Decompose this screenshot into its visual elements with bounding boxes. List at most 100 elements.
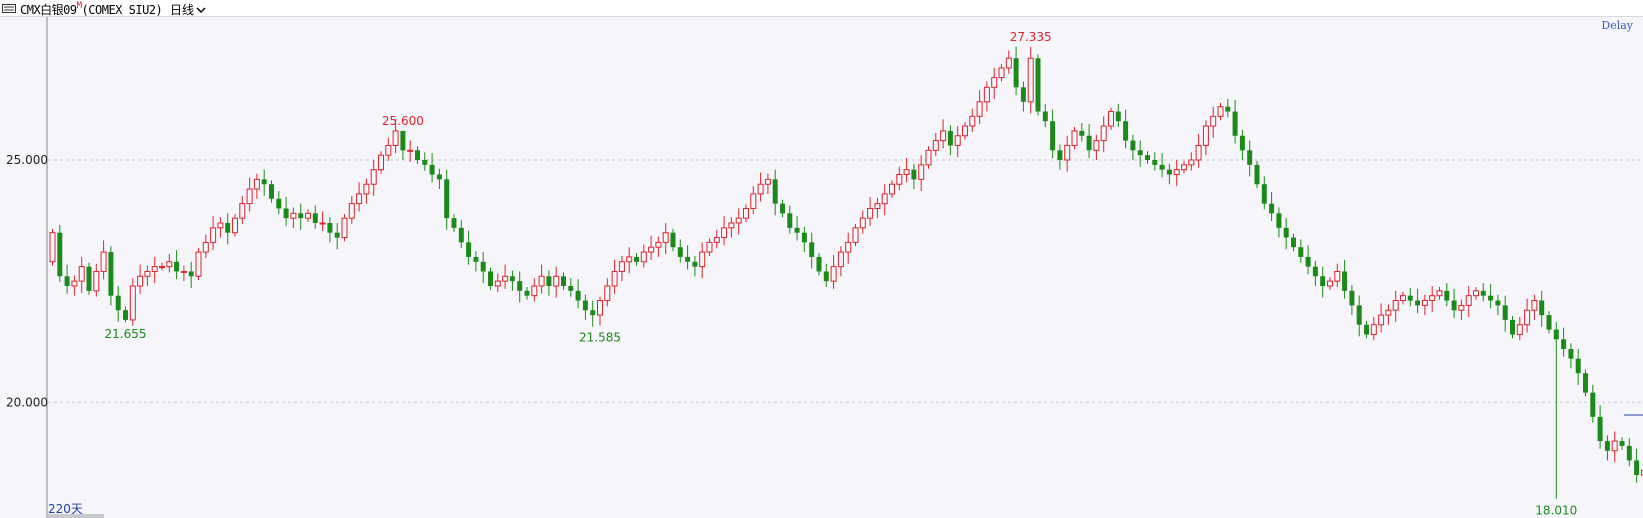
candle	[159, 262, 165, 271]
candle	[575, 279, 581, 309]
switch-icon[interactable]	[2, 4, 16, 13]
candle	[721, 216, 728, 246]
candle	[1181, 160, 1187, 174]
candle-body	[531, 285, 538, 297]
candle	[1392, 290, 1399, 322]
candle-body	[1611, 440, 1618, 452]
candle	[531, 278, 538, 302]
candle-body	[1276, 213, 1282, 228]
candle-body	[174, 261, 180, 272]
candle-body	[195, 251, 202, 277]
candle-body	[1137, 150, 1143, 156]
candle	[1546, 311, 1552, 334]
candle	[1611, 431, 1618, 463]
candle	[1415, 288, 1421, 314]
candle-body	[415, 150, 420, 160]
candle	[874, 197, 881, 219]
candle	[1561, 327, 1567, 357]
candle-body	[188, 271, 194, 277]
candle-body	[1312, 266, 1318, 277]
candle	[166, 254, 173, 273]
candle-body	[597, 300, 603, 316]
candle-body	[1188, 159, 1195, 166]
candle	[932, 132, 939, 157]
candle	[1115, 103, 1121, 128]
candle	[466, 230, 472, 265]
candle	[400, 130, 406, 160]
candle-body	[1436, 290, 1443, 297]
candle	[1626, 438, 1632, 467]
delay-label: Delay	[1601, 19, 1633, 32]
candle-body	[1239, 135, 1245, 151]
candle-body	[123, 310, 128, 320]
candle-body	[837, 251, 844, 268]
candle-body	[940, 130, 947, 142]
candle	[1202, 120, 1209, 156]
candle-body	[1247, 150, 1253, 165]
candle-body	[998, 67, 1005, 79]
candle	[1524, 298, 1531, 333]
candle-body	[348, 203, 355, 219]
candle-body	[662, 232, 669, 243]
candle-body	[692, 261, 698, 267]
candle-body	[1079, 130, 1085, 136]
candle	[553, 266, 560, 298]
candle	[735, 208, 742, 235]
candle	[969, 108, 976, 132]
candle	[246, 177, 253, 212]
candle-body	[699, 251, 706, 268]
candle-body	[670, 232, 676, 248]
candle	[341, 214, 348, 242]
candle-body	[1210, 115, 1217, 127]
candle	[1349, 285, 1355, 316]
candle-body	[881, 193, 888, 205]
candle-body	[816, 256, 822, 272]
candle-body	[969, 115, 976, 127]
candle-body	[896, 174, 903, 185]
candle	[1619, 437, 1625, 450]
candle	[538, 264, 545, 294]
candle	[634, 253, 639, 266]
candle	[859, 210, 866, 234]
period-selector[interactable]: 日线	[170, 1, 206, 18]
candle-body	[217, 222, 224, 229]
candle-body	[261, 179, 267, 185]
candle	[1312, 260, 1318, 286]
candle	[1370, 317, 1377, 341]
candle	[444, 169, 450, 230]
candle-body	[867, 207, 874, 219]
candle	[327, 217, 333, 243]
candle-body	[253, 178, 260, 190]
candle-body	[232, 217, 238, 234]
candle	[685, 245, 691, 270]
candle-body	[93, 270, 100, 292]
candle-body	[1349, 290, 1355, 306]
candle-body	[983, 86, 990, 103]
candle-body	[1539, 300, 1545, 316]
candle-body	[129, 285, 136, 321]
candle-body	[546, 276, 552, 286]
candle-body	[57, 232, 63, 277]
candle-body	[1415, 300, 1421, 306]
candle-body	[71, 280, 78, 287]
candle-body	[422, 160, 428, 165]
candle-body	[400, 130, 406, 151]
candle	[1027, 46, 1034, 114]
candle	[1210, 106, 1217, 138]
candle	[728, 217, 735, 238]
candle	[1232, 99, 1238, 144]
candle	[1137, 140, 1143, 167]
candle-body	[1444, 290, 1450, 301]
candle	[1451, 288, 1457, 318]
candle	[422, 152, 428, 171]
candle	[1568, 343, 1574, 369]
candle-body	[874, 203, 881, 209]
candle	[626, 247, 633, 274]
candle	[232, 214, 238, 237]
candle-body	[1108, 111, 1114, 127]
candle-body	[991, 77, 998, 88]
candle	[1079, 123, 1085, 142]
scroll-indicator[interactable]	[48, 514, 104, 518]
candle	[918, 155, 925, 192]
candle-body	[1115, 111, 1121, 122]
